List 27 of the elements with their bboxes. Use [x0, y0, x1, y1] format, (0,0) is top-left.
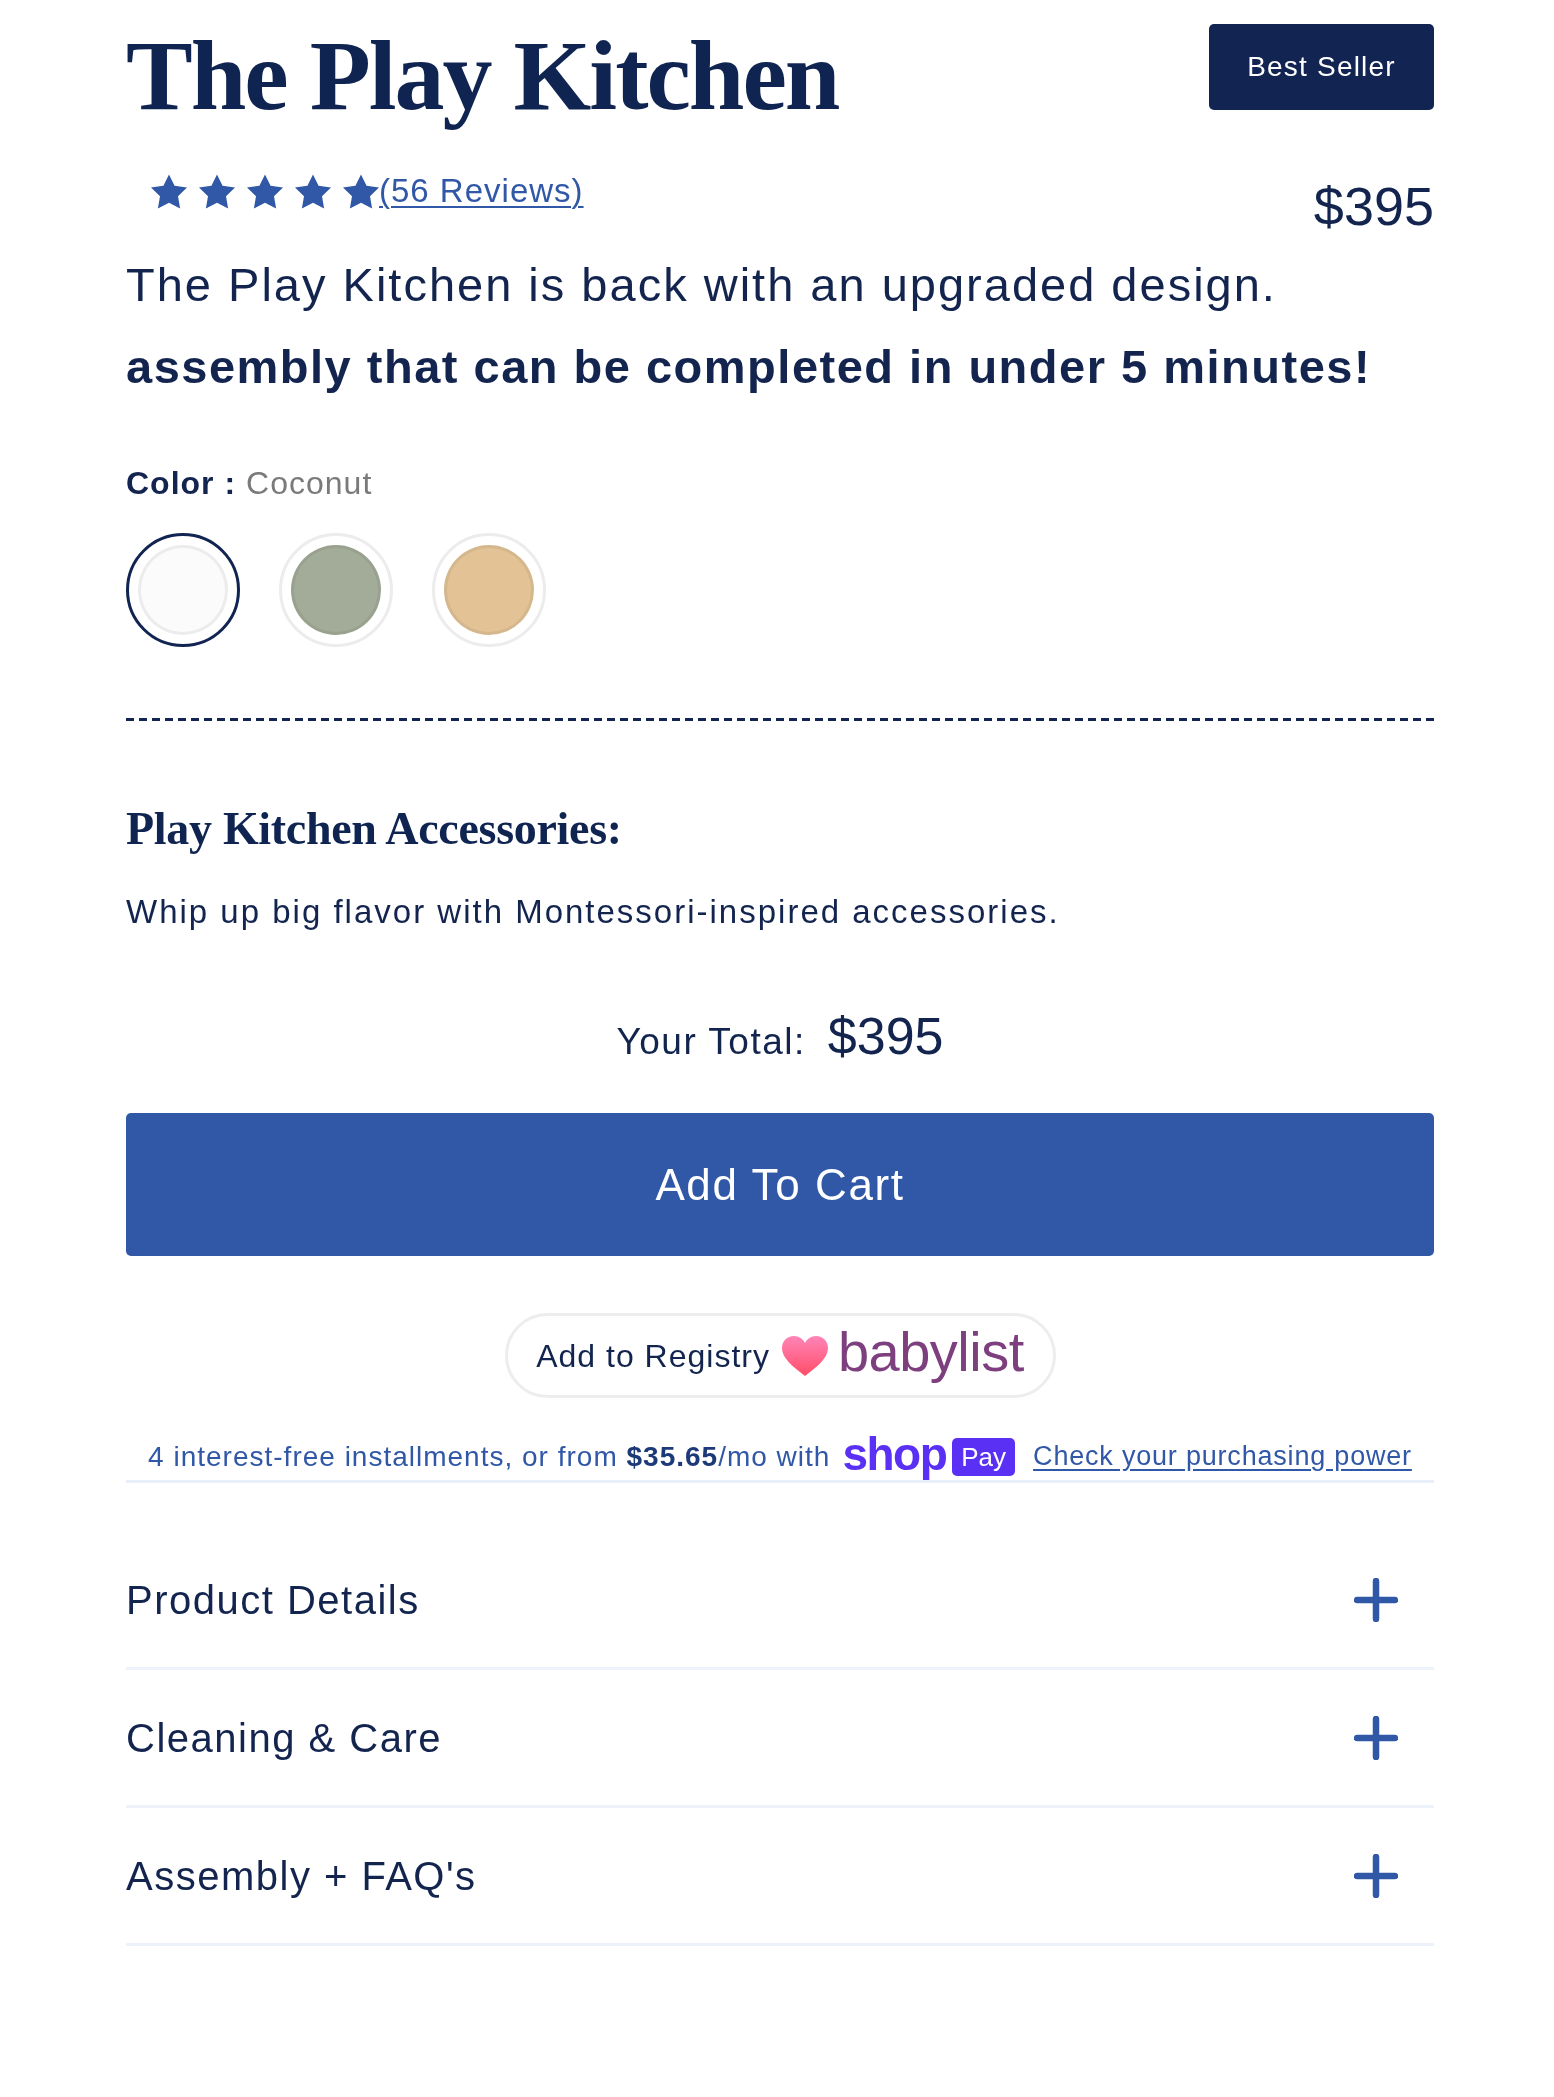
pay-badge: Pay	[952, 1437, 1016, 1476]
accessories-text: Whip up big flavor with Montessori-inspired accessories.	[126, 892, 1061, 932]
description-text: The Play Kitchen is back with an upgraded design.	[126, 257, 1278, 313]
total-label: Your Total:	[616, 1020, 806, 1064]
product-title: The Play Kitchen	[126, 19, 839, 133]
color-label: Color :	[126, 464, 237, 503]
product-price: $395	[1313, 176, 1434, 236]
reviews-link[interactable]: (56 Reviews)	[379, 171, 584, 211]
accordion-item[interactable]: Product Details	[126, 1532, 1434, 1670]
star-icon	[199, 173, 235, 209]
installments-text: 4 interest-free installments, or from $35.65/mo with	[148, 1439, 831, 1474]
description-text: assembly that can be completed in under 5 minutes!	[126, 339, 1373, 395]
color-value: Coconut	[246, 464, 373, 503]
accordion-item[interactable]: Assembly + FAQ's	[126, 1808, 1434, 1946]
total-amount: $395	[827, 1006, 944, 1067]
purchasing-power-link[interactable]: Check your purchasing power	[1033, 1436, 1412, 1477]
add-to-cart-button[interactable]: Add To Cart	[126, 1113, 1434, 1256]
best-seller-badge: Best Seller	[1209, 24, 1434, 110]
accordion-item[interactable]: Cleaning & Care	[126, 1670, 1434, 1808]
heart-icon	[781, 1335, 828, 1376]
add-to-registry-button[interactable]: Add to Registry babylist	[504, 1313, 1056, 1398]
star-icon	[151, 173, 187, 209]
accessories-heading: Play Kitchen Accessories:	[126, 803, 623, 855]
star-icon	[343, 173, 379, 209]
star-icon	[295, 173, 331, 209]
registry-logo-text: babylist	[837, 1321, 1024, 1382]
star-icon	[247, 173, 283, 209]
